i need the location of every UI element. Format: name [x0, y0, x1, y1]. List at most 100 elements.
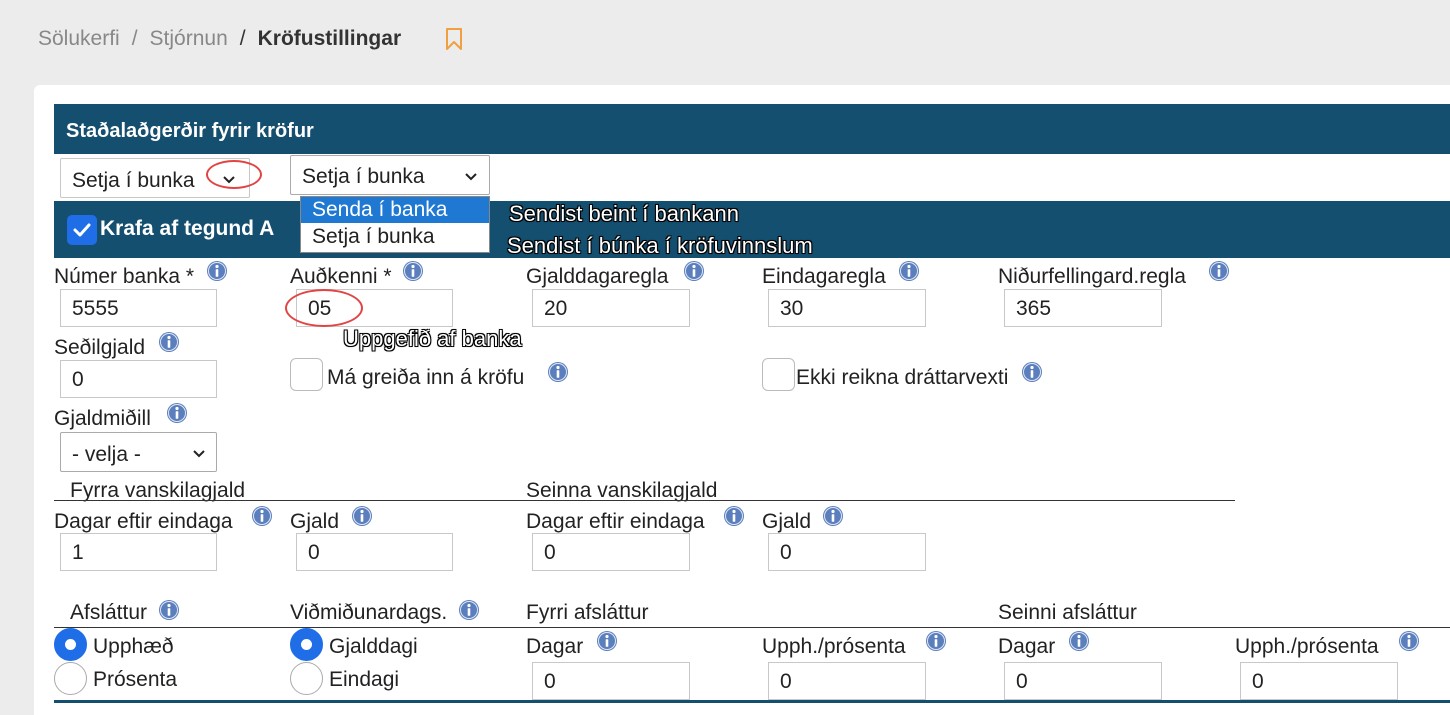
standard-actions-header: Staðalaðgerðir fyrir kröfur — [54, 104, 1450, 154]
first-late-days-input[interactable]: 1 — [60, 533, 217, 571]
first-discount-days-input[interactable]: 0 — [532, 662, 690, 700]
info-icon[interactable] — [1068, 630, 1090, 652]
note-fee-value: 0 — [72, 368, 84, 391]
standard-action-dropdown-value: Setja í bunka — [302, 165, 425, 188]
first-discount-title: Fyrri afsláttur — [526, 601, 649, 624]
final-due-rule-label: Eindagaregla — [762, 265, 886, 288]
second-late-fee-value: 0 — [780, 541, 792, 564]
info-icon[interactable] — [898, 260, 920, 282]
second-discount-amount-input[interactable]: 0 — [1240, 662, 1398, 700]
cancel-rule-label: Niðurfellingard.regla — [998, 265, 1186, 288]
claim-type-checkbox[interactable] — [67, 215, 97, 245]
breadcrumb: Sölukerfi / Stjórnun / Kröfustillingar — [38, 27, 401, 51]
info-icon[interactable] — [1398, 630, 1420, 652]
second-late-fee-input[interactable]: 0 — [768, 533, 926, 571]
discount-type-percent-radio[interactable] — [54, 662, 87, 695]
second-discount-title: Seinni afsláttur — [998, 601, 1137, 624]
bookmark-icon[interactable] — [445, 27, 463, 51]
breadcrumb-link-solukerfi[interactable]: Sölukerfi — [38, 27, 120, 50]
due-rule-input[interactable]: 20 — [532, 289, 690, 327]
info-icon[interactable] — [1208, 260, 1230, 282]
discount-ref-due-label: Gjalddagi — [329, 635, 418, 658]
currency-select[interactable]: - velja - — [60, 432, 217, 472]
second-discount-amount-value: 0 — [1252, 670, 1264, 693]
currency-label: Gjaldmiðill — [54, 407, 151, 430]
first-late-days-label: Dagar eftir eindaga — [54, 510, 233, 533]
breadcrumb-separator: / — [239, 27, 246, 50]
info-icon[interactable] — [166, 402, 188, 424]
first-late-fee-label: Gjald — [290, 510, 340, 533]
info-icon[interactable] — [1021, 361, 1043, 383]
info-icon[interactable] — [683, 260, 705, 282]
due-rule-label: Gjalddagaregla — [526, 265, 669, 288]
standard-action-dropdown[interactable]: Setja í bunka — [290, 155, 490, 195]
breadcrumb-current: Kröfustillingar — [257, 27, 402, 50]
discount-ref-final-radio[interactable] — [290, 662, 323, 695]
info-icon[interactable] — [206, 260, 228, 282]
breadcrumb-separator: / — [131, 27, 138, 50]
note-fee-input[interactable]: 0 — [60, 360, 217, 398]
can-pay-partial-checkbox[interactable] — [290, 358, 323, 391]
discount-ref-final-label: Eindagi — [329, 668, 400, 691]
info-icon[interactable] — [351, 505, 373, 527]
final-due-rule-input[interactable]: 30 — [768, 289, 926, 327]
annotation-text: Sendist í búnka í kröfuvinnslum — [507, 233, 813, 258]
discount-ref-due-radio[interactable] — [290, 628, 323, 661]
second-late-fee-label: Gjald — [762, 510, 812, 533]
second-discount-days-input[interactable]: 0 — [1004, 662, 1162, 700]
info-icon[interactable] — [822, 505, 844, 527]
info-icon[interactable] — [925, 630, 947, 652]
first-discount-amount-value: 0 — [780, 670, 792, 693]
first-late-days-value: 1 — [72, 541, 84, 564]
info-icon[interactable] — [547, 361, 569, 383]
chevron-down-icon — [465, 173, 477, 181]
section-divider — [54, 627, 1450, 628]
info-icon[interactable] — [402, 260, 424, 282]
info-icon[interactable] — [596, 630, 618, 652]
info-icon[interactable] — [158, 331, 180, 353]
second-discount-amount-label: Upph./prósenta — [1235, 635, 1379, 658]
annotation-text: Sendist beint í bankann — [509, 201, 739, 226]
second-late-days-input[interactable]: 0 — [532, 533, 690, 571]
first-discount-amount-label: Upph./prósenta — [762, 635, 906, 658]
first-late-fee-value: 0 — [308, 541, 320, 564]
discount-type-amount-label: Upphæð — [93, 635, 174, 658]
info-icon[interactable] — [458, 599, 480, 621]
dropdown-option-senda[interactable]: Senda í banka — [301, 197, 489, 223]
checkmark-icon — [73, 223, 91, 237]
standard-actions-title: Staðalaðgerðir fyrir kröfur — [66, 120, 314, 142]
no-late-interest-checkbox[interactable] — [762, 358, 795, 391]
breadcrumb-link-stjornun[interactable]: Stjórnun — [150, 27, 228, 50]
first-discount-days-label: Dagar — [526, 635, 584, 658]
discount-type-title: Afsláttur — [70, 601, 148, 624]
bank-number-value: 5555 — [72, 297, 119, 320]
second-discount-days-value: 0 — [1016, 670, 1028, 693]
cancel-rule-input[interactable]: 365 — [1004, 289, 1162, 327]
info-icon[interactable] — [251, 505, 273, 527]
identifier-label: Auðkenni * — [290, 265, 392, 288]
first-discount-amount-input[interactable]: 0 — [768, 662, 926, 700]
dropdown-options-list: Senda í banka Setja í bunka — [300, 196, 490, 253]
standard-action-select-value: Setja í bunka — [72, 169, 195, 192]
annotation-circle — [285, 289, 363, 327]
second-discount-days-label: Dagar — [998, 635, 1056, 658]
info-icon[interactable] — [158, 599, 180, 621]
claim-type-label: Krafa af tegund A — [100, 217, 275, 240]
note-fee-label: Seðilgjald — [54, 336, 146, 359]
dropdown-option-setja[interactable]: Setja í bunka — [301, 224, 489, 250]
second-late-days-label: Dagar eftir eindaga — [526, 510, 705, 533]
currency-select-value: - velja - — [72, 443, 141, 466]
info-icon[interactable] — [723, 505, 745, 527]
no-late-interest-label: Ekki reikna dráttarvexti — [796, 366, 1009, 389]
second-late-days-value: 0 — [544, 541, 556, 564]
discount-ref-title: Viðmiðunardags. — [290, 601, 448, 624]
final-due-rule-value: 30 — [780, 297, 804, 320]
bank-number-label: Númer banka * — [54, 265, 195, 288]
annotation-circle — [206, 160, 262, 189]
discount-type-amount-radio[interactable] — [54, 628, 87, 661]
discount-type-percent-label: Prósenta — [93, 668, 178, 691]
can-pay-partial-label: Má greiða inn á kröfu — [327, 366, 525, 389]
due-rule-value: 20 — [544, 297, 568, 320]
first-late-fee-input[interactable]: 0 — [296, 533, 453, 571]
bank-number-input[interactable]: 5555 — [60, 289, 217, 327]
